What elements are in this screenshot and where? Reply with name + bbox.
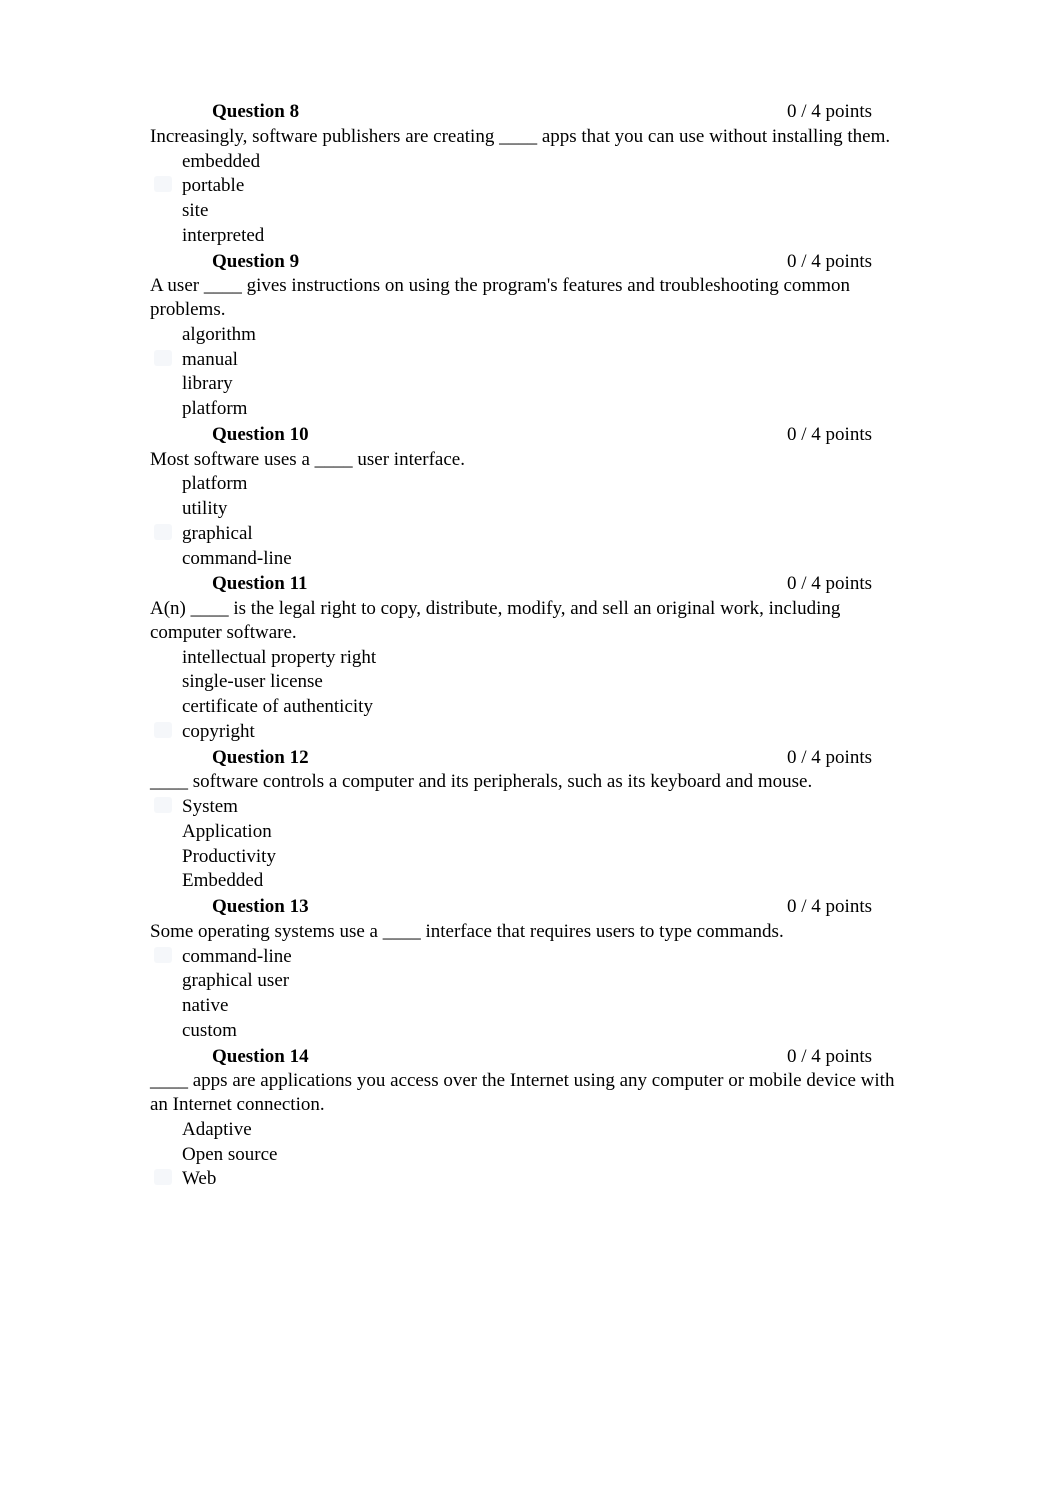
option-item: algorithm (182, 323, 912, 347)
option-item: System (182, 795, 912, 819)
question-points: 0 / 4 points (787, 572, 872, 596)
question-label: Question 10 (212, 423, 309, 447)
question-block: Question 11 0 / 4 points A(n) ____ is th… (150, 572, 912, 743)
option-item: copyright (182, 720, 912, 744)
option-item: embedded (182, 150, 912, 174)
option-item: command-line (182, 547, 912, 571)
question-block: Question 8 0 / 4 points Increasingly, so… (150, 100, 912, 248)
question-label: Question 14 (212, 1045, 309, 1069)
question-block: Question 14 0 / 4 points ____ apps are a… (150, 1045, 912, 1192)
question-text: Some operating systems use a ____ interf… (150, 920, 912, 944)
option-item: interpreted (182, 224, 912, 248)
question-points: 0 / 4 points (787, 1045, 872, 1069)
option-item: Productivity (182, 845, 912, 869)
options-list: Adaptive Open source Web (150, 1118, 912, 1191)
options-list: algorithm manual library platform (150, 323, 912, 421)
question-points: 0 / 4 points (787, 423, 872, 447)
question-text: A(n) ____ is the legal right to copy, di… (150, 597, 912, 645)
options-list: command-line graphical user native custo… (150, 945, 912, 1043)
question-points: 0 / 4 points (787, 895, 872, 919)
question-points: 0 / 4 points (787, 746, 872, 770)
option-item: custom (182, 1019, 912, 1043)
option-item: Open source (182, 1143, 912, 1167)
option-item: Application (182, 820, 912, 844)
option-item: graphical user (182, 969, 912, 993)
question-header: Question 12 0 / 4 points (150, 746, 912, 770)
question-header: Question 13 0 / 4 points (150, 895, 912, 919)
options-list: embedded portable site interpreted (150, 150, 912, 248)
options-list: intellectual property right single-user … (150, 646, 912, 744)
option-item: utility (182, 497, 912, 521)
question-label: Question 11 (212, 572, 308, 596)
question-block: Question 13 0 / 4 points Some operating … (150, 895, 912, 1043)
option-item: site (182, 199, 912, 223)
option-item: portable (182, 174, 912, 198)
options-list: platform utility graphical command-line (150, 472, 912, 570)
option-item: graphical (182, 522, 912, 546)
question-points: 0 / 4 points (787, 100, 872, 124)
option-item: Embedded (182, 869, 912, 893)
option-item: Web (182, 1167, 912, 1191)
question-text: Increasingly, software publishers are cr… (150, 125, 912, 149)
option-item: Adaptive (182, 1118, 912, 1142)
options-list: System Application Productivity Embedded (150, 795, 912, 893)
option-item: single-user license (182, 670, 912, 694)
question-text: A user ____ gives instructions on using … (150, 274, 912, 322)
question-header: Question 11 0 / 4 points (150, 572, 912, 596)
question-block: Question 12 0 / 4 points ____ software c… (150, 746, 912, 894)
question-header: Question 10 0 / 4 points (150, 423, 912, 447)
option-item: command-line (182, 945, 912, 969)
question-header: Question 8 0 / 4 points (150, 100, 912, 124)
option-item: library (182, 372, 912, 396)
question-text: ____ apps are applications you access ov… (150, 1069, 912, 1117)
option-item: intellectual property right (182, 646, 912, 670)
question-header: Question 9 0 / 4 points (150, 250, 912, 274)
question-label: Question 12 (212, 746, 309, 770)
option-item: native (182, 994, 912, 1018)
option-item: manual (182, 348, 912, 372)
question-text: ____ software controls a computer and it… (150, 770, 912, 794)
question-block: Question 10 0 / 4 points Most software u… (150, 423, 912, 571)
question-header: Question 14 0 / 4 points (150, 1045, 912, 1069)
question-text: Most software uses a ____ user interface… (150, 448, 912, 472)
question-label: Question 8 (212, 100, 299, 124)
option-item: platform (182, 397, 912, 421)
option-item: certificate of authenticity (182, 695, 912, 719)
question-block: Question 9 0 / 4 points A user ____ give… (150, 250, 912, 421)
question-label: Question 13 (212, 895, 309, 919)
option-item: platform (182, 472, 912, 496)
question-label: Question 9 (212, 250, 299, 274)
question-points: 0 / 4 points (787, 250, 872, 274)
